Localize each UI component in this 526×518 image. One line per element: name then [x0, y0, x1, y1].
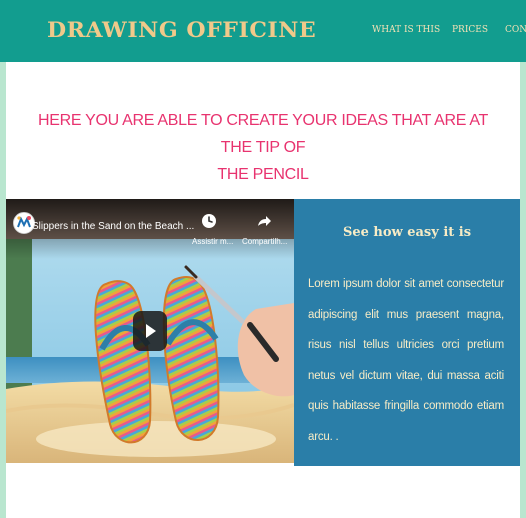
share-icon [258, 216, 271, 226]
brand-logo[interactable]: DRAWING OFFICINE [47, 17, 316, 42]
nav-item-what-is-this[interactable]: WHAT IS THIS [372, 25, 440, 35]
right-side-strip [520, 62, 526, 518]
clock-icon [202, 214, 216, 228]
headline-line-1: HERE YOU ARE ABLE TO CREATE YOUR IDEAS T… [37, 112, 489, 156]
info-title: See how easy it is [342, 225, 472, 240]
watch-later-button[interactable] [198, 210, 220, 232]
info-panel: See how easy it is Lorem ipsum dolor sit… [294, 199, 520, 466]
share-label: Compartilh... [242, 237, 288, 246]
play-button[interactable] [133, 311, 167, 351]
header: DRAWING OFFICINE WHAT IS THIS PRICES CON… [0, 0, 526, 62]
play-icon [146, 324, 156, 338]
headline-line-2: THE PENCIL [217, 166, 309, 183]
video-title[interactable]: Slippers in the Sand on the Beach ... [32, 221, 194, 232]
nav-item-prices[interactable]: PRICES [452, 25, 488, 35]
watch-later-label: Assistir m... [192, 237, 234, 246]
page-headline: HERE YOU ARE ABLE TO CREATE YOUR IDEAS T… [30, 107, 496, 188]
nav-item-contact[interactable]: CONT [505, 25, 526, 35]
share-button[interactable] [252, 210, 274, 232]
page: DRAWING OFFICINE WHAT IS THIS PRICES CON… [0, 0, 526, 518]
info-body: Lorem ipsum dolor sit amet consectetur a… [308, 278, 504, 443]
